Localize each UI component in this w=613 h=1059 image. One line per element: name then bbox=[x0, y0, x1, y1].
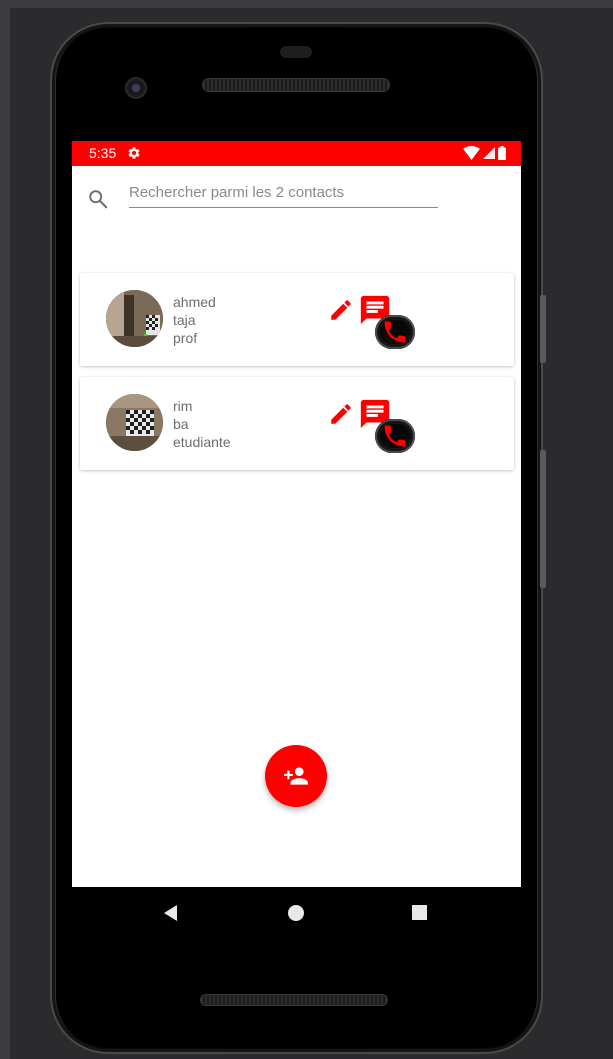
status-icons bbox=[463, 146, 506, 160]
call-button[interactable] bbox=[375, 315, 415, 349]
contact-last-name: ba bbox=[173, 416, 189, 432]
earpiece-speaker bbox=[202, 78, 390, 92]
power-button[interactable] bbox=[540, 450, 546, 588]
search-input[interactable] bbox=[129, 182, 438, 208]
status-bar: 5:35 bbox=[72, 141, 521, 166]
contact-info: ahmed taja prof bbox=[173, 293, 216, 347]
contact-role: prof bbox=[173, 330, 198, 346]
status-time: 5:35 bbox=[89, 145, 117, 161]
back-icon[interactable] bbox=[163, 905, 179, 921]
contact-actions bbox=[325, 397, 415, 453]
phone-icon bbox=[384, 321, 406, 343]
contact-actions bbox=[325, 293, 415, 349]
battery-icon bbox=[498, 146, 506, 160]
edit-button[interactable] bbox=[325, 397, 357, 431]
contact-card[interactable]: ahmed taja prof bbox=[80, 273, 514, 366]
window-left-strip bbox=[0, 8, 10, 1059]
home-icon[interactable] bbox=[288, 905, 304, 921]
contact-first-name: ahmed bbox=[173, 294, 216, 310]
front-camera-icon bbox=[125, 77, 147, 99]
avatar bbox=[106, 290, 163, 347]
add-person-icon bbox=[284, 767, 308, 785]
settings-icon bbox=[128, 147, 140, 159]
contact-first-name: rim bbox=[173, 398, 193, 414]
app-screen: 5:35 Rechercher parmi les 2 contacts ahm… bbox=[72, 141, 521, 887]
search-icon[interactable] bbox=[87, 188, 109, 210]
recents-icon[interactable] bbox=[412, 905, 427, 920]
contact-role: etudiante bbox=[173, 434, 231, 450]
contact-card[interactable]: rim ba etudiante bbox=[80, 377, 514, 470]
navigation-bar bbox=[72, 887, 521, 939]
search-bar bbox=[72, 166, 521, 226]
edit-icon bbox=[331, 404, 351, 424]
volume-button[interactable] bbox=[540, 295, 546, 363]
contact-info: rim ba etudiante bbox=[173, 397, 231, 451]
call-button[interactable] bbox=[375, 419, 415, 453]
add-contact-button[interactable] bbox=[265, 745, 327, 807]
signal-icon bbox=[483, 147, 495, 159]
window-top-strip bbox=[0, 0, 613, 8]
wifi-icon bbox=[463, 146, 480, 160]
proximity-sensor bbox=[280, 46, 312, 58]
edit-icon bbox=[331, 300, 351, 320]
phone-icon bbox=[384, 425, 406, 447]
edit-button[interactable] bbox=[325, 293, 357, 327]
contact-last-name: taja bbox=[173, 312, 196, 328]
bottom-speaker bbox=[200, 994, 388, 1006]
avatar bbox=[106, 394, 163, 451]
